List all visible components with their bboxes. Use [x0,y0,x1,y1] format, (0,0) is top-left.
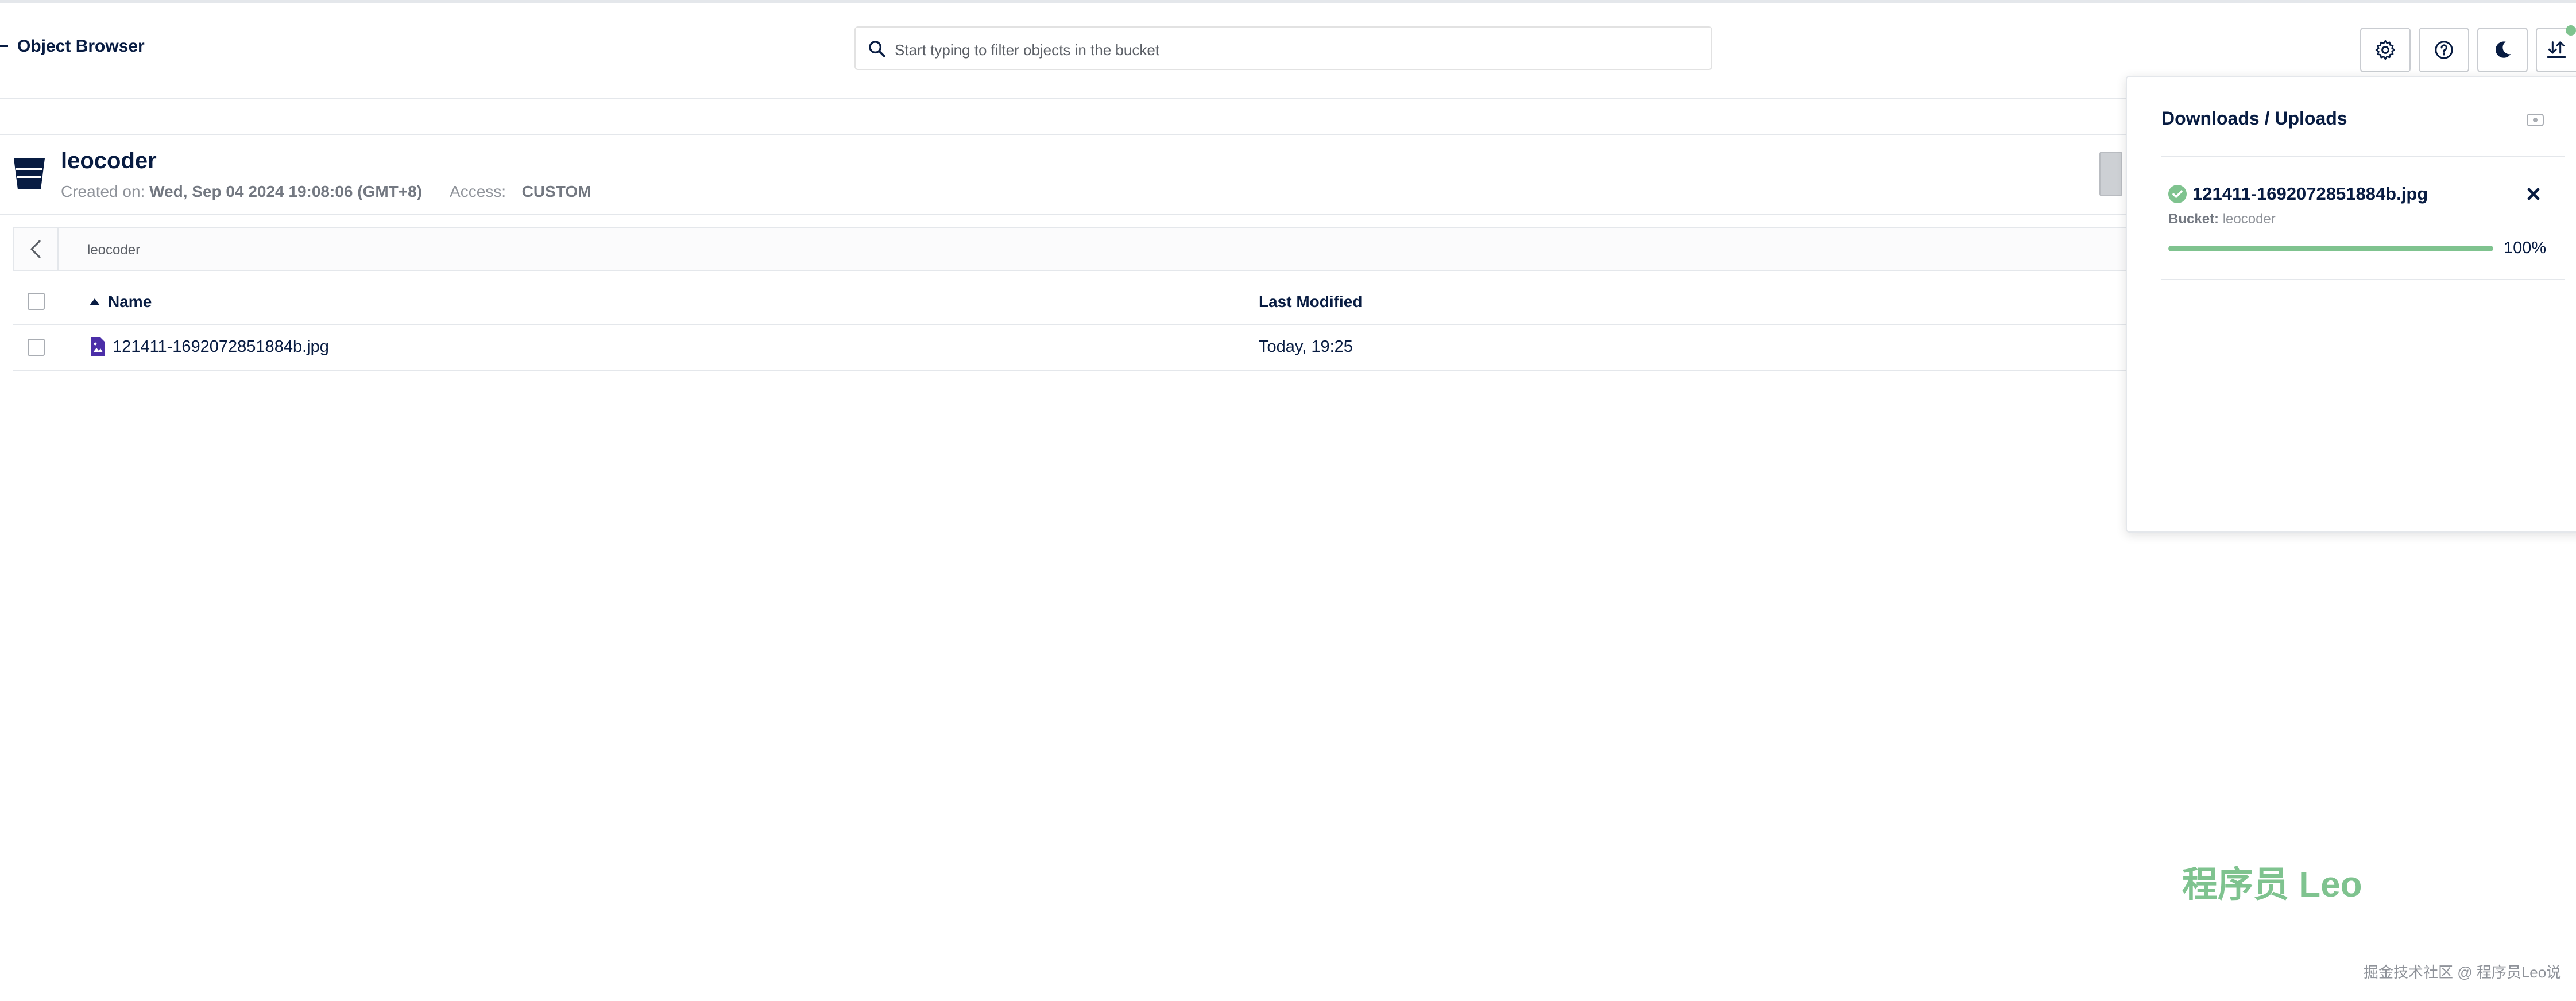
check-circle-icon [2168,185,2187,203]
panel-title: Downloads / Uploads [2161,108,2347,129]
transfer-bucket-value: leocoder [2222,211,2276,227]
footer-watermark: 掘金技术社区 @ 程序员Leo说 [2364,964,2562,981]
bucket-action-button[interactable] [2099,152,2122,196]
transfer-bucket-label: Bucket: [2168,211,2219,227]
bucket-name: leocoder [61,148,157,173]
access-label: Access: [450,183,506,200]
transfer-bucket: Bucket: leocoder [2168,211,2276,227]
progress-bar-fill [2168,246,2493,251]
table-cell-last-modified: Today, 19:25 [1259,337,1353,356]
settings-button[interactable] [2360,28,2411,72]
table-row-divider [13,370,2126,371]
breadcrumb-back-button[interactable] [14,228,59,270]
column-header-last-modified[interactable]: Last Modified [1259,293,1362,311]
column-header-name[interactable]: Name [108,293,152,311]
help-button[interactable] [2419,28,2469,72]
table-cell-name[interactable]: 121411-1692072851884b.jpg [113,337,329,356]
bucket-meta: Created on: Wed, Sep 04 2024 19:08:06 (G… [61,183,591,201]
search-placeholder: Start typing to filter objects in the bu… [895,41,1160,59]
panel-divider-bottom [2161,279,2565,280]
created-label: Created on: [61,183,145,200]
access-value: CUSTOM [521,183,591,200]
created-value: Wed, Sep 04 2024 19:08:06 (GMT+8) [149,183,423,200]
image-file-icon [91,337,105,356]
watermark: 程序员 Leo [2182,865,2362,905]
panel-divider-top [2161,156,2565,157]
page-title: Object Browser [17,37,145,56]
close-icon[interactable] [2523,184,2544,204]
downloads-uploads-button[interactable] [2536,25,2576,72]
progress-bar [2168,246,2493,251]
moon-icon [2496,41,2511,58]
transfer-file-name: 121411-1692072851884b.jpg [2192,184,2428,204]
search-icon [869,41,885,57]
help-icon [2435,41,2453,59]
breadcrumb-path[interactable]: leocoder [87,242,140,258]
row-checkbox[interactable] [28,339,45,356]
hide-panel-icon[interactable] [2527,114,2544,126]
downloads-uploads-panel: Downloads / Uploads 121411-1692072851884… [2126,76,2576,533]
sort-ascending-icon[interactable] [88,297,101,306]
back-arrow-icon[interactable] [0,45,8,47]
dark-mode-button[interactable] [2477,28,2528,72]
gear-icon [2375,40,2395,60]
bucket-icon [14,158,45,189]
download-upload-icon [2547,41,2566,58]
notification-dot [2566,25,2576,36]
search-input[interactable]: Start typing to filter objects in the bu… [854,26,1712,70]
select-all-checkbox[interactable] [28,293,45,310]
progress-percent: 100% [2504,239,2547,257]
chevron-left-icon [30,240,41,258]
top-border [0,0,2576,3]
